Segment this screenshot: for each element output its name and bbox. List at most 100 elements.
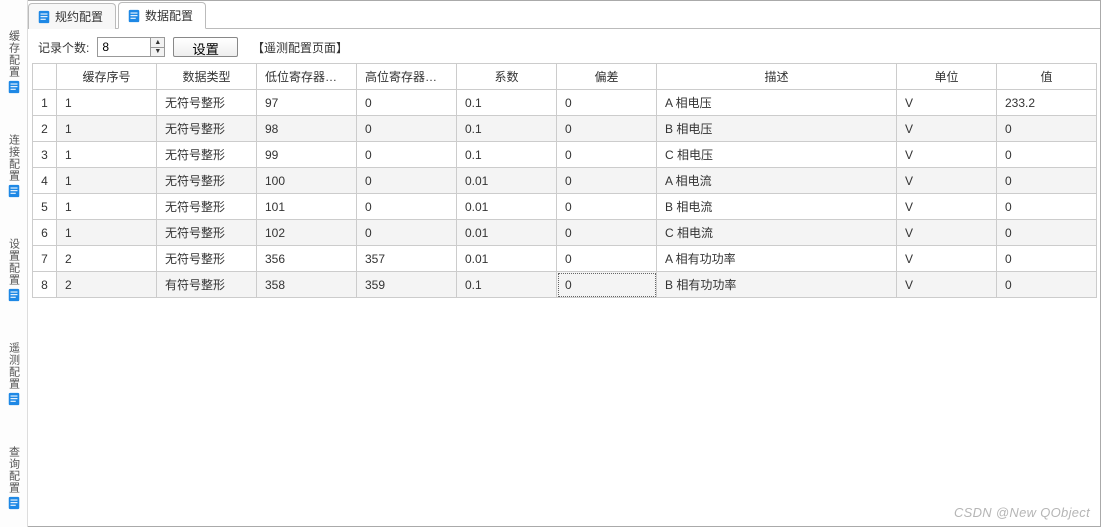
- cell-unit[interactable]: V: [897, 142, 997, 168]
- column-header[interactable]: 单位: [897, 64, 997, 90]
- cell-coef[interactable]: 0.01: [457, 246, 557, 272]
- cell-desc[interactable]: C 相电压: [657, 142, 897, 168]
- table-row[interactable]: 51无符号整形10100.010B 相电流V0: [33, 194, 1097, 220]
- cell-type[interactable]: 无符号整形: [157, 142, 257, 168]
- cell-high[interactable]: 357: [357, 246, 457, 272]
- cell-val[interactable]: 233.2: [997, 90, 1097, 116]
- cell-desc[interactable]: A 相电流: [657, 168, 897, 194]
- cell-bias[interactable]: 0: [557, 116, 657, 142]
- cell-desc[interactable]: C 相电流: [657, 220, 897, 246]
- cell-high[interactable]: 0: [357, 90, 457, 116]
- cell-coef[interactable]: 0.01: [457, 168, 557, 194]
- cell-high[interactable]: 0: [357, 116, 457, 142]
- cell-high[interactable]: 0: [357, 194, 457, 220]
- set-button[interactable]: 设置: [173, 37, 238, 57]
- cell-unit[interactable]: V: [897, 220, 997, 246]
- record-count-spinner[interactable]: ▲ ▼: [97, 37, 165, 57]
- table-row[interactable]: 82有符号整形3583590.10B 相有功功率V0: [33, 272, 1097, 298]
- table-row[interactable]: 11无符号整形9700.10A 相电压V233.2: [33, 90, 1097, 116]
- cell-type[interactable]: 无符号整形: [157, 246, 257, 272]
- cell-low[interactable]: 101: [257, 194, 357, 220]
- column-header[interactable]: 系数: [457, 64, 557, 90]
- cell-coef[interactable]: 0.1: [457, 272, 557, 298]
- table-row[interactable]: 31无符号整形9900.10C 相电压V0: [33, 142, 1097, 168]
- cell-coef[interactable]: 0.01: [457, 220, 557, 246]
- data-grid[interactable]: 缓存序号数据类型低位寄存器地址高位寄存器地址系数偏差描述单位值 11无符号整形9…: [32, 63, 1097, 298]
- cell-high[interactable]: 0: [357, 220, 457, 246]
- table-row[interactable]: 61无符号整形10200.010C 相电流V0: [33, 220, 1097, 246]
- cell-val[interactable]: 0: [997, 246, 1097, 272]
- cell-unit[interactable]: V: [897, 194, 997, 220]
- cell-desc[interactable]: A 相有功功率: [657, 246, 897, 272]
- cell-val[interactable]: 0: [997, 272, 1097, 298]
- sidebar-item-1[interactable]: 连接配置: [6, 134, 22, 198]
- cell-desc[interactable]: B 相有功功率: [657, 272, 897, 298]
- cell-low[interactable]: 99: [257, 142, 357, 168]
- table-row[interactable]: 72无符号整形3563570.010A 相有功功率V0: [33, 246, 1097, 272]
- cell-unit[interactable]: V: [897, 272, 997, 298]
- record-count-input[interactable]: [98, 38, 150, 56]
- cell-cache[interactable]: 2: [57, 246, 157, 272]
- cell-type[interactable]: 无符号整形: [157, 90, 257, 116]
- cell-high[interactable]: 0: [357, 142, 457, 168]
- cell-val[interactable]: 0: [997, 168, 1097, 194]
- sidebar-item-0[interactable]: 缓存配置: [6, 30, 22, 94]
- cell-unit[interactable]: V: [897, 90, 997, 116]
- cell-cache[interactable]: 1: [57, 194, 157, 220]
- cell-cache[interactable]: 1: [57, 90, 157, 116]
- cell-low[interactable]: 97: [257, 90, 357, 116]
- column-header[interactable]: 描述: [657, 64, 897, 90]
- cell-bias[interactable]: 0: [557, 142, 657, 168]
- spinner-up-icon[interactable]: ▲: [151, 38, 164, 48]
- cell-type[interactable]: 无符号整形: [157, 116, 257, 142]
- cell-cache[interactable]: 1: [57, 142, 157, 168]
- cell-bias[interactable]: 0: [557, 168, 657, 194]
- sidebar-item-2[interactable]: 设置配置: [6, 238, 22, 302]
- cell-coef[interactable]: 0.1: [457, 90, 557, 116]
- cell-val[interactable]: 0: [997, 116, 1097, 142]
- cell-bias[interactable]: 0: [557, 246, 657, 272]
- data-grid-wrap[interactable]: 缓存序号数据类型低位寄存器地址高位寄存器地址系数偏差描述单位值 11无符号整形9…: [28, 63, 1100, 526]
- column-header[interactable]: 高位寄存器地址: [357, 64, 457, 90]
- cell-bias[interactable]: 0: [557, 272, 657, 298]
- sidebar-item-4[interactable]: 查询配置: [6, 446, 22, 510]
- cell-cache[interactable]: 1: [57, 220, 157, 246]
- cell-unit[interactable]: V: [897, 168, 997, 194]
- tab-1[interactable]: 数据配置: [118, 2, 206, 29]
- cell-val[interactable]: 0: [997, 194, 1097, 220]
- cell-cache[interactable]: 1: [57, 116, 157, 142]
- table-row[interactable]: 21无符号整形9800.10B 相电压V0: [33, 116, 1097, 142]
- cell-unit[interactable]: V: [897, 246, 997, 272]
- cell-type[interactable]: 有符号整形: [157, 272, 257, 298]
- column-header[interactable]: 偏差: [557, 64, 657, 90]
- sidebar-item-3[interactable]: 遥测配置: [6, 342, 22, 406]
- cell-high[interactable]: 359: [357, 272, 457, 298]
- column-header[interactable]: 数据类型: [157, 64, 257, 90]
- table-row[interactable]: 41无符号整形10000.010A 相电流V0: [33, 168, 1097, 194]
- cell-cache[interactable]: 1: [57, 168, 157, 194]
- cell-high[interactable]: 0: [357, 168, 457, 194]
- cell-type[interactable]: 无符号整形: [157, 168, 257, 194]
- cell-low[interactable]: 98: [257, 116, 357, 142]
- cell-val[interactable]: 0: [997, 220, 1097, 246]
- cell-bias[interactable]: 0: [557, 194, 657, 220]
- cell-coef[interactable]: 0.01: [457, 194, 557, 220]
- cell-low[interactable]: 358: [257, 272, 357, 298]
- spinner-down-icon[interactable]: ▼: [151, 48, 164, 57]
- cell-bias[interactable]: 0: [557, 90, 657, 116]
- cell-unit[interactable]: V: [897, 116, 997, 142]
- cell-cache[interactable]: 2: [57, 272, 157, 298]
- cell-desc[interactable]: B 相电流: [657, 194, 897, 220]
- cell-desc[interactable]: B 相电压: [657, 116, 897, 142]
- column-header[interactable]: 值: [997, 64, 1097, 90]
- cell-coef[interactable]: 0.1: [457, 116, 557, 142]
- cell-val[interactable]: 0: [997, 142, 1097, 168]
- cell-desc[interactable]: A 相电压: [657, 90, 897, 116]
- column-header[interactable]: 缓存序号: [57, 64, 157, 90]
- column-header[interactable]: 低位寄存器地址: [257, 64, 357, 90]
- cell-type[interactable]: 无符号整形: [157, 220, 257, 246]
- tab-0[interactable]: 规约配置: [28, 3, 116, 29]
- cell-type[interactable]: 无符号整形: [157, 194, 257, 220]
- cell-bias[interactable]: 0: [557, 220, 657, 246]
- cell-low[interactable]: 102: [257, 220, 357, 246]
